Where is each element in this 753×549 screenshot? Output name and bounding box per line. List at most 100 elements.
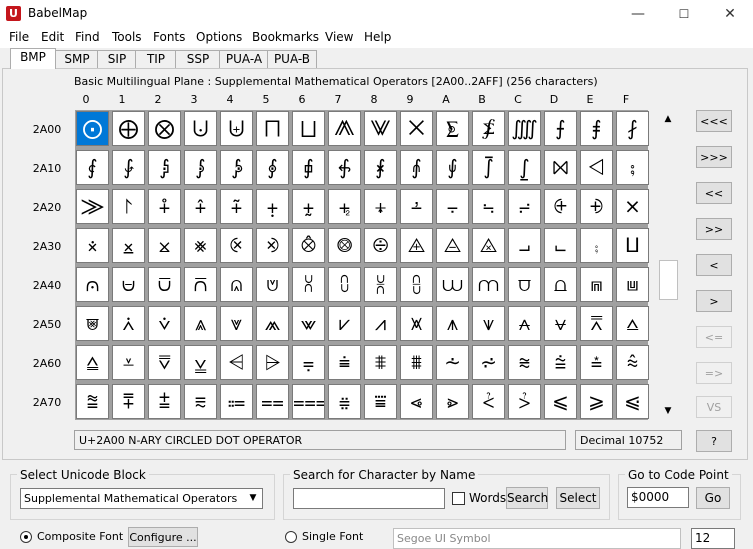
- character-cell[interactable]: ⨙: [400, 150, 433, 185]
- character-cell[interactable]: ⨰: [76, 228, 109, 263]
- tab-pua-b[interactable]: PUA-B: [267, 50, 317, 68]
- character-cell[interactable]: ⨒: [148, 150, 181, 185]
- character-cell[interactable]: ⩕: [256, 306, 289, 341]
- character-cell[interactable]: ⩷: [328, 384, 361, 419]
- character-cell[interactable]: ⩢: [148, 345, 181, 380]
- character-cell[interactable]: ⩨: [364, 345, 397, 380]
- character-cell[interactable]: ⨷: [328, 228, 361, 263]
- character-cell[interactable]: ⩬: [508, 345, 541, 380]
- character-cell[interactable]: ⨅: [256, 111, 289, 146]
- character-cell[interactable]: ⩁: [112, 267, 145, 302]
- menu-options[interactable]: Options: [196, 30, 242, 44]
- character-cell[interactable]: ⩧: [328, 345, 361, 380]
- character-cell[interactable]: ⩾: [580, 384, 613, 419]
- character-cell[interactable]: ⨀: [76, 111, 109, 146]
- character-cell[interactable]: ⩎: [580, 267, 613, 302]
- menu-edit[interactable]: Edit: [41, 30, 64, 44]
- menu-file[interactable]: File: [9, 30, 29, 44]
- character-cell[interactable]: ⩊: [436, 267, 469, 302]
- character-cell[interactable]: ⨱: [112, 228, 145, 263]
- character-cell[interactable]: ⨞: [580, 150, 613, 185]
- character-cell[interactable]: ⩑: [112, 306, 145, 341]
- character-cell[interactable]: ⩈: [364, 267, 397, 302]
- character-cell[interactable]: ⩋: [472, 267, 505, 302]
- prev-char-button[interactable]: <: [696, 254, 732, 276]
- character-cell[interactable]: ⨚: [436, 150, 469, 185]
- character-cell[interactable]: ⩺: [436, 384, 469, 419]
- character-cell[interactable]: ⨝: [544, 150, 577, 185]
- character-cell[interactable]: ⨨: [364, 189, 397, 224]
- go-button[interactable]: Go: [696, 487, 730, 509]
- character-cell[interactable]: ⩣: [184, 345, 217, 380]
- variation-selector-button[interactable]: VS: [696, 396, 732, 418]
- character-cell[interactable]: ⩀: [76, 267, 109, 302]
- menu-view[interactable]: View: [325, 30, 353, 44]
- character-cell[interactable]: ⩳: [184, 384, 217, 419]
- character-cell[interactable]: ⨛: [472, 150, 505, 185]
- character-cell[interactable]: ⨖: [292, 150, 325, 185]
- tab-sip[interactable]: SIP: [97, 50, 137, 68]
- character-cell[interactable]: ⨂: [148, 111, 181, 146]
- tab-bmp[interactable]: BMP: [10, 48, 56, 69]
- character-cell[interactable]: ⩂: [148, 267, 181, 302]
- character-cell[interactable]: ⨫: [472, 189, 505, 224]
- font-size-input[interactable]: 12: [691, 528, 735, 549]
- character-cell[interactable]: ⨔: [220, 150, 253, 185]
- character-cell[interactable]: ⩌: [508, 267, 541, 302]
- character-cell[interactable]: ⩇: [328, 267, 361, 302]
- character-cell[interactable]: ⩠: [76, 345, 109, 380]
- single-font-select[interactable]: Segoe UI Symbol: [393, 528, 681, 549]
- character-cell[interactable]: ⩫: [472, 345, 505, 380]
- character-cell[interactable]: ⩃: [184, 267, 217, 302]
- character-cell[interactable]: ⨪: [436, 189, 469, 224]
- character-cell[interactable]: ⩱: [112, 384, 145, 419]
- character-cell[interactable]: ⨵: [256, 228, 289, 263]
- character-cell[interactable]: ⨳: [184, 228, 217, 263]
- configure-button[interactable]: Configure ...: [128, 527, 198, 547]
- character-cell[interactable]: ⩝: [544, 306, 577, 341]
- character-cell[interactable]: ⩽: [544, 384, 577, 419]
- character-cell[interactable]: ⨠: [76, 189, 109, 224]
- code-point-input[interactable]: $0000: [627, 487, 689, 508]
- character-cell[interactable]: ⨧: [328, 189, 361, 224]
- character-cell[interactable]: ⩿: [616, 384, 649, 419]
- unicode-block-select[interactable]: Supplemental Mathematical Operators ▼: [20, 488, 263, 509]
- character-cell[interactable]: ⩐: [76, 306, 109, 341]
- character-cell[interactable]: ⩗: [328, 306, 361, 341]
- character-cell[interactable]: ⩵: [256, 384, 289, 419]
- character-cell[interactable]: ⨯: [616, 189, 649, 224]
- character-cell[interactable]: ⩴: [220, 384, 253, 419]
- character-cell[interactable]: ⩰: [76, 384, 109, 419]
- character-cell[interactable]: ⨄: [220, 111, 253, 146]
- character-cell[interactable]: ⨹: [400, 228, 433, 263]
- menu-fonts[interactable]: Fonts: [153, 30, 185, 44]
- character-cell[interactable]: ⨋: [472, 111, 505, 146]
- prev-block-button[interactable]: <<: [696, 182, 732, 204]
- character-cell[interactable]: ⩻: [472, 384, 505, 419]
- character-cell[interactable]: ⩛: [472, 306, 505, 341]
- character-cell[interactable]: ⩡: [112, 345, 145, 380]
- character-cell[interactable]: ⩚: [436, 306, 469, 341]
- character-cell[interactable]: ⨘: [364, 150, 397, 185]
- select-button[interactable]: Select: [556, 487, 600, 509]
- character-cell[interactable]: ⩙: [400, 306, 433, 341]
- scroll-thumb[interactable]: [659, 260, 678, 300]
- character-cell[interactable]: ⩯: [616, 345, 649, 380]
- character-cell[interactable]: ⨟: [616, 150, 649, 185]
- character-cell[interactable]: ⨆: [292, 111, 325, 146]
- character-cell[interactable]: ⨶: [292, 228, 325, 263]
- character-cell[interactable]: ⩪: [436, 345, 469, 380]
- character-cell[interactable]: ⨑: [112, 150, 145, 185]
- prev-plane-button[interactable]: <<<: [696, 110, 732, 132]
- character-cell[interactable]: ⨻: [472, 228, 505, 263]
- next-char-button[interactable]: >: [696, 290, 732, 312]
- character-cell[interactable]: ⩼: [508, 384, 541, 419]
- forward-button[interactable]: =>: [696, 362, 732, 384]
- character-cell[interactable]: ⩏: [616, 267, 649, 302]
- character-cell[interactable]: ⨊: [436, 111, 469, 146]
- search-input[interactable]: [293, 488, 445, 509]
- character-cell[interactable]: ⨭: [544, 189, 577, 224]
- character-cell[interactable]: ⨡: [112, 189, 145, 224]
- character-cell[interactable]: ⨬: [508, 189, 541, 224]
- menu-find[interactable]: Find: [75, 30, 100, 44]
